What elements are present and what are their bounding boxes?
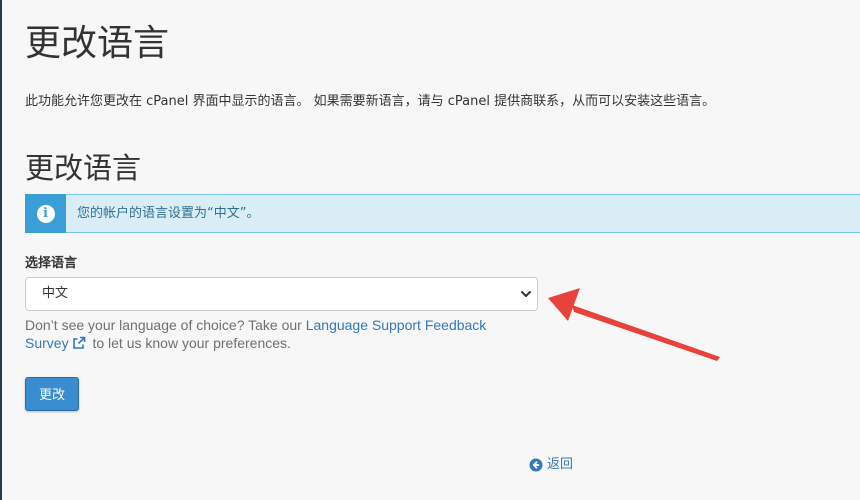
info-circle-icon: i <box>36 204 55 223</box>
language-select-label: 选择语言 <box>25 256 78 271</box>
left-edge-border <box>0 0 2 500</box>
info-alert: i 您的帐户的语言设置为“中文”。 <box>25 194 860 233</box>
back-link[interactable]: 返回 <box>529 456 573 474</box>
alert-icon-box: i <box>25 194 66 233</box>
annotation-arrow <box>548 288 720 361</box>
help-text-prefix: Don’t see your language of choice? Take … <box>25 317 306 333</box>
help-text-suffix: to let us know your preferences. <box>88 335 291 351</box>
change-button[interactable]: 更改 <box>25 377 79 411</box>
language-select[interactable]: 中文 <box>25 277 538 311</box>
language-select-value: 中文 <box>42 286 69 301</box>
external-link-icon <box>72 336 85 349</box>
arrow-circle-left-icon <box>529 458 543 472</box>
chevron-down-icon <box>521 291 531 297</box>
alert-text: 您的帐户的语言设置为“中文”。 <box>77 206 260 221</box>
page-description: 此功能允许您更改在 cPanel 界面中显示的语言。 如果需要新语言，请与 cP… <box>25 94 716 109</box>
help-text: Don’t see your language of choice? Take … <box>25 316 525 352</box>
section-title: 更改语言 <box>25 151 142 185</box>
page-title: 更改语言 <box>25 23 170 64</box>
back-link-label: 返回 <box>547 457 574 472</box>
